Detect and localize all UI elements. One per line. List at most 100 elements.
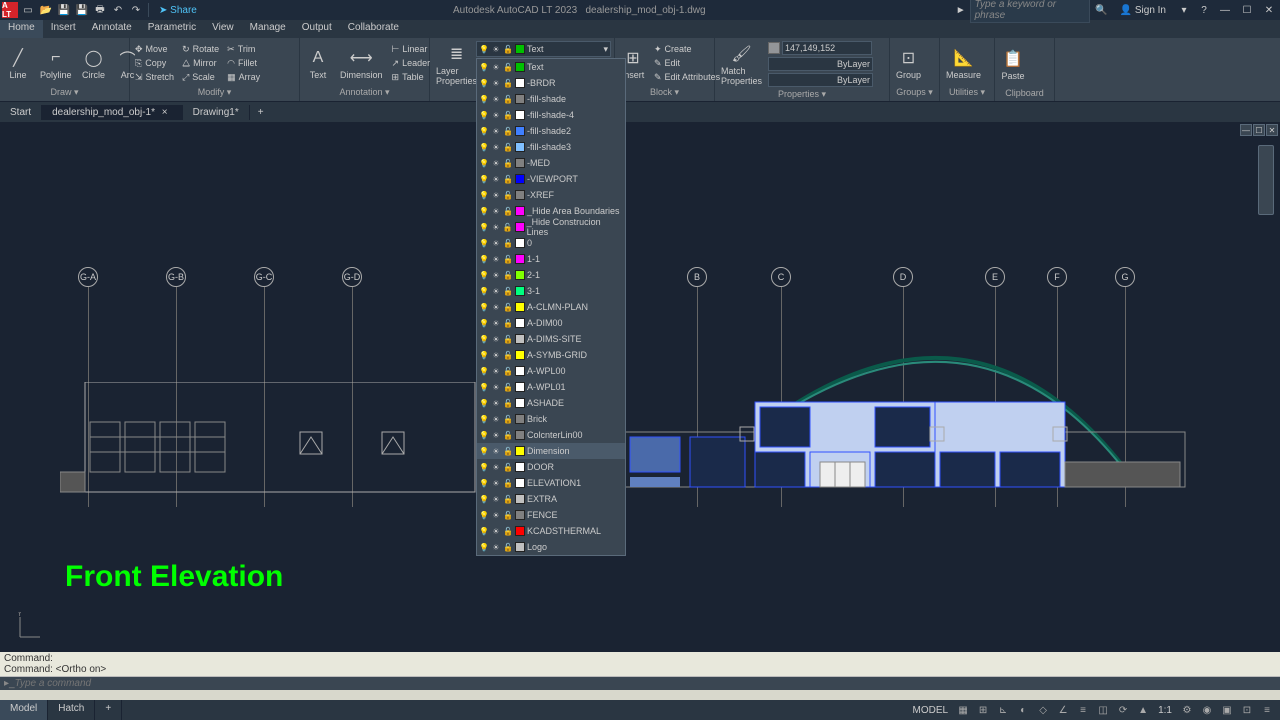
paste-button[interactable]: 📋Paste (997, 45, 1029, 83)
hardware-icon[interactable]: ▣ (1218, 702, 1236, 718)
create-button[interactable]: ✦ Create (651, 43, 723, 56)
clean-icon[interactable]: ⊡ (1238, 702, 1256, 718)
layerprops-button[interactable]: ≣Layer Properties (432, 40, 481, 88)
layer-item[interactable]: 💡☀🔓-BRDR (477, 75, 625, 91)
lock-icon[interactable]: 🔓 (503, 446, 513, 456)
edit-button[interactable]: ✎ Edit (651, 57, 723, 70)
layer-item[interactable]: 💡☀🔓0 (477, 235, 625, 251)
lineweight-input[interactable] (768, 73, 873, 87)
saveas-icon[interactable]: 💾 (74, 2, 90, 18)
freeze-icon[interactable]: ☀ (491, 398, 501, 408)
freeze-icon[interactable]: ☀ (491, 158, 501, 168)
lock-icon[interactable]: 🔓 (503, 190, 513, 200)
freeze-icon[interactable]: ☀ (491, 318, 501, 328)
bulb-icon[interactable]: 💡 (479, 350, 489, 360)
lock-icon[interactable]: 🔓 (503, 366, 513, 376)
otrack-icon[interactable]: ∠ (1054, 702, 1072, 718)
maximize-icon[interactable]: ☐ (1238, 2, 1256, 18)
lock-icon[interactable]: 🔓 (503, 414, 513, 424)
freeze-icon[interactable]: ☀ (491, 222, 501, 232)
cycling-icon[interactable]: ⟳ (1114, 702, 1132, 718)
bulb-icon[interactable]: 💡 (479, 286, 489, 296)
bulb-icon[interactable]: 💡 (479, 254, 489, 264)
panel-modify[interactable]: Modify ▾ (132, 86, 297, 99)
bulb-icon[interactable]: 💡 (479, 462, 489, 472)
drawing-canvas[interactable]: Front Elevation G-AG-BG-CG-DBCDEFG (0, 122, 1280, 652)
search-icon[interactable]: 🔍 (1094, 2, 1110, 18)
layer-item[interactable]: 💡☀🔓-MED (477, 155, 625, 171)
tab-parametric[interactable]: Parametric (140, 20, 204, 38)
circle-button[interactable]: ◯Circle (78, 44, 110, 82)
redo-icon[interactable]: ↷ (128, 2, 144, 18)
freeze-icon[interactable]: ☀ (491, 94, 501, 104)
freeze-icon[interactable]: ☀ (491, 462, 501, 472)
minimize-icon[interactable]: — (1216, 2, 1234, 18)
bulb-icon[interactable]: 💡 (479, 142, 489, 152)
linear-button[interactable]: ⊢ Linear (389, 43, 434, 56)
layer-item[interactable]: 💡☀🔓KCADSTHERMAL (477, 523, 625, 539)
freeze-icon[interactable]: ☀ (491, 270, 501, 280)
tab-file-2[interactable]: Drawing1* (183, 105, 250, 120)
lock-icon[interactable]: 🔓 (503, 174, 513, 184)
freeze-icon[interactable]: ☀ (491, 142, 501, 152)
bulb-icon[interactable]: 💡 (479, 446, 489, 456)
snap-icon[interactable]: ⊞ (974, 702, 992, 718)
lock-icon[interactable]: 🔓 (503, 462, 513, 472)
layout-model[interactable]: Model (0, 700, 48, 720)
bulb-icon[interactable]: 💡 (479, 110, 489, 120)
scale-value[interactable]: 1:1 (1154, 705, 1176, 716)
layer-item[interactable]: 💡☀🔓ColcnterLin00 (477, 427, 625, 443)
share-button[interactable]: ➤ Share (153, 5, 203, 16)
freeze-icon[interactable]: ☀ (491, 430, 501, 440)
color-input[interactable] (782, 41, 872, 55)
table-button[interactable]: ⊞ Table (389, 71, 434, 84)
bulb-icon[interactable]: 💡 (479, 542, 489, 552)
freeze-icon[interactable]: ☀ (491, 238, 501, 248)
signin-button[interactable]: 👤 Sign In (1114, 5, 1172, 16)
bulb-icon[interactable]: 💡 (479, 158, 489, 168)
layer-dropdown[interactable]: 💡 ☀ 🔓 Text ▾ (476, 41, 611, 57)
editattr-button[interactable]: ✎ Edit Attributes (651, 71, 723, 84)
layer-item[interactable]: 💡☀🔓1-1 (477, 251, 625, 267)
layer-item[interactable]: 💡☀🔓ASHADE (477, 395, 625, 411)
bulb-icon[interactable]: 💡 (479, 494, 489, 504)
bulb-icon[interactable]: 💡 (479, 430, 489, 440)
mirror-button[interactable]: ⧋ Mirror (179, 57, 222, 70)
freeze-icon[interactable]: ☀ (491, 542, 501, 552)
lock-icon[interactable]: 🔓 (503, 430, 513, 440)
panel-clipboard[interactable]: Clipboard (997, 87, 1052, 99)
fillet-button[interactable]: ◠ Fillet (224, 57, 263, 70)
layer-item[interactable]: 💡☀🔓EXTRA (477, 491, 625, 507)
layer-item[interactable]: 💡☀🔓-fill-shade (477, 91, 625, 107)
lock-icon[interactable]: 🔓 (503, 334, 513, 344)
panel-groups[interactable]: Groups ▾ (892, 86, 937, 99)
layer-item[interactable]: 💡☀🔓2-1 (477, 267, 625, 283)
text-button[interactable]: AText (302, 44, 334, 82)
tab-file-1[interactable]: dealership_mod_obj-1* × (42, 105, 182, 120)
layer-item[interactable]: 💡☀🔓A-SYMB-GRID (477, 347, 625, 363)
stretch-button[interactable]: ⇲ Stretch (132, 71, 177, 84)
array-button[interactable]: ▦ Array (224, 71, 263, 84)
layer-item[interactable]: 💡☀🔓A-DIM00 (477, 315, 625, 331)
layer-item[interactable]: 💡☀🔓A-CLMN-PLAN (477, 299, 625, 315)
command-input[interactable] (15, 678, 1276, 689)
tab-annotate[interactable]: Annotate (84, 20, 140, 38)
ortho-icon[interactable]: ⊾ (994, 702, 1012, 718)
save-icon[interactable]: 💾 (56, 2, 72, 18)
tab-home[interactable]: Home (0, 20, 43, 38)
trim-button[interactable]: ✂ Trim (224, 43, 263, 56)
autodesk-app-icon[interactable]: ▾ (1176, 2, 1192, 18)
bulb-icon[interactable]: 💡 (479, 222, 489, 232)
layer-item[interactable]: 💡☀🔓Brick (477, 411, 625, 427)
rotate-button[interactable]: ↻ Rotate (179, 43, 222, 56)
freeze-icon[interactable]: ☀ (491, 446, 501, 456)
freeze-icon[interactable]: ☀ (491, 302, 501, 312)
grid-icon[interactable]: ▦ (954, 702, 972, 718)
status-model[interactable]: MODEL (909, 705, 953, 716)
lock-icon[interactable]: 🔓 (503, 302, 513, 312)
close-tab-icon[interactable]: × (158, 107, 172, 118)
lock-icon[interactable]: 🔓 (503, 398, 513, 408)
osnap-icon[interactable]: ◇ (1034, 702, 1052, 718)
group-button[interactable]: ⊡Group (892, 44, 925, 82)
layout-hatch[interactable]: Hatch (48, 700, 95, 720)
